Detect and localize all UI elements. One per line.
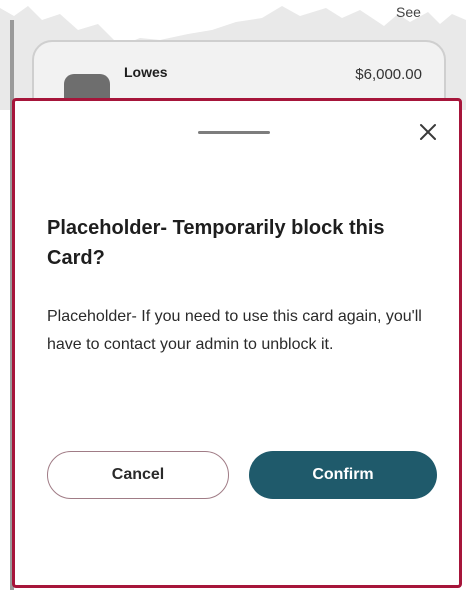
transaction-amount: $6,000.00 [355,66,422,83]
drag-handle[interactable] [198,131,270,134]
close-button[interactable] [415,119,441,145]
cancel-button[interactable]: Cancel [47,451,229,499]
merchant-name: Lowes [124,64,168,80]
block-card-modal: Placeholder- Temporarily block this Card… [12,98,462,588]
close-icon [420,124,436,140]
modal-body: Placeholder- If you need to use this car… [47,308,422,353]
confirm-button[interactable]: Confirm [249,451,437,499]
see-all-link[interactable]: See [396,4,421,20]
modal-title: Placeholder- Temporarily block this Card… [47,217,385,269]
